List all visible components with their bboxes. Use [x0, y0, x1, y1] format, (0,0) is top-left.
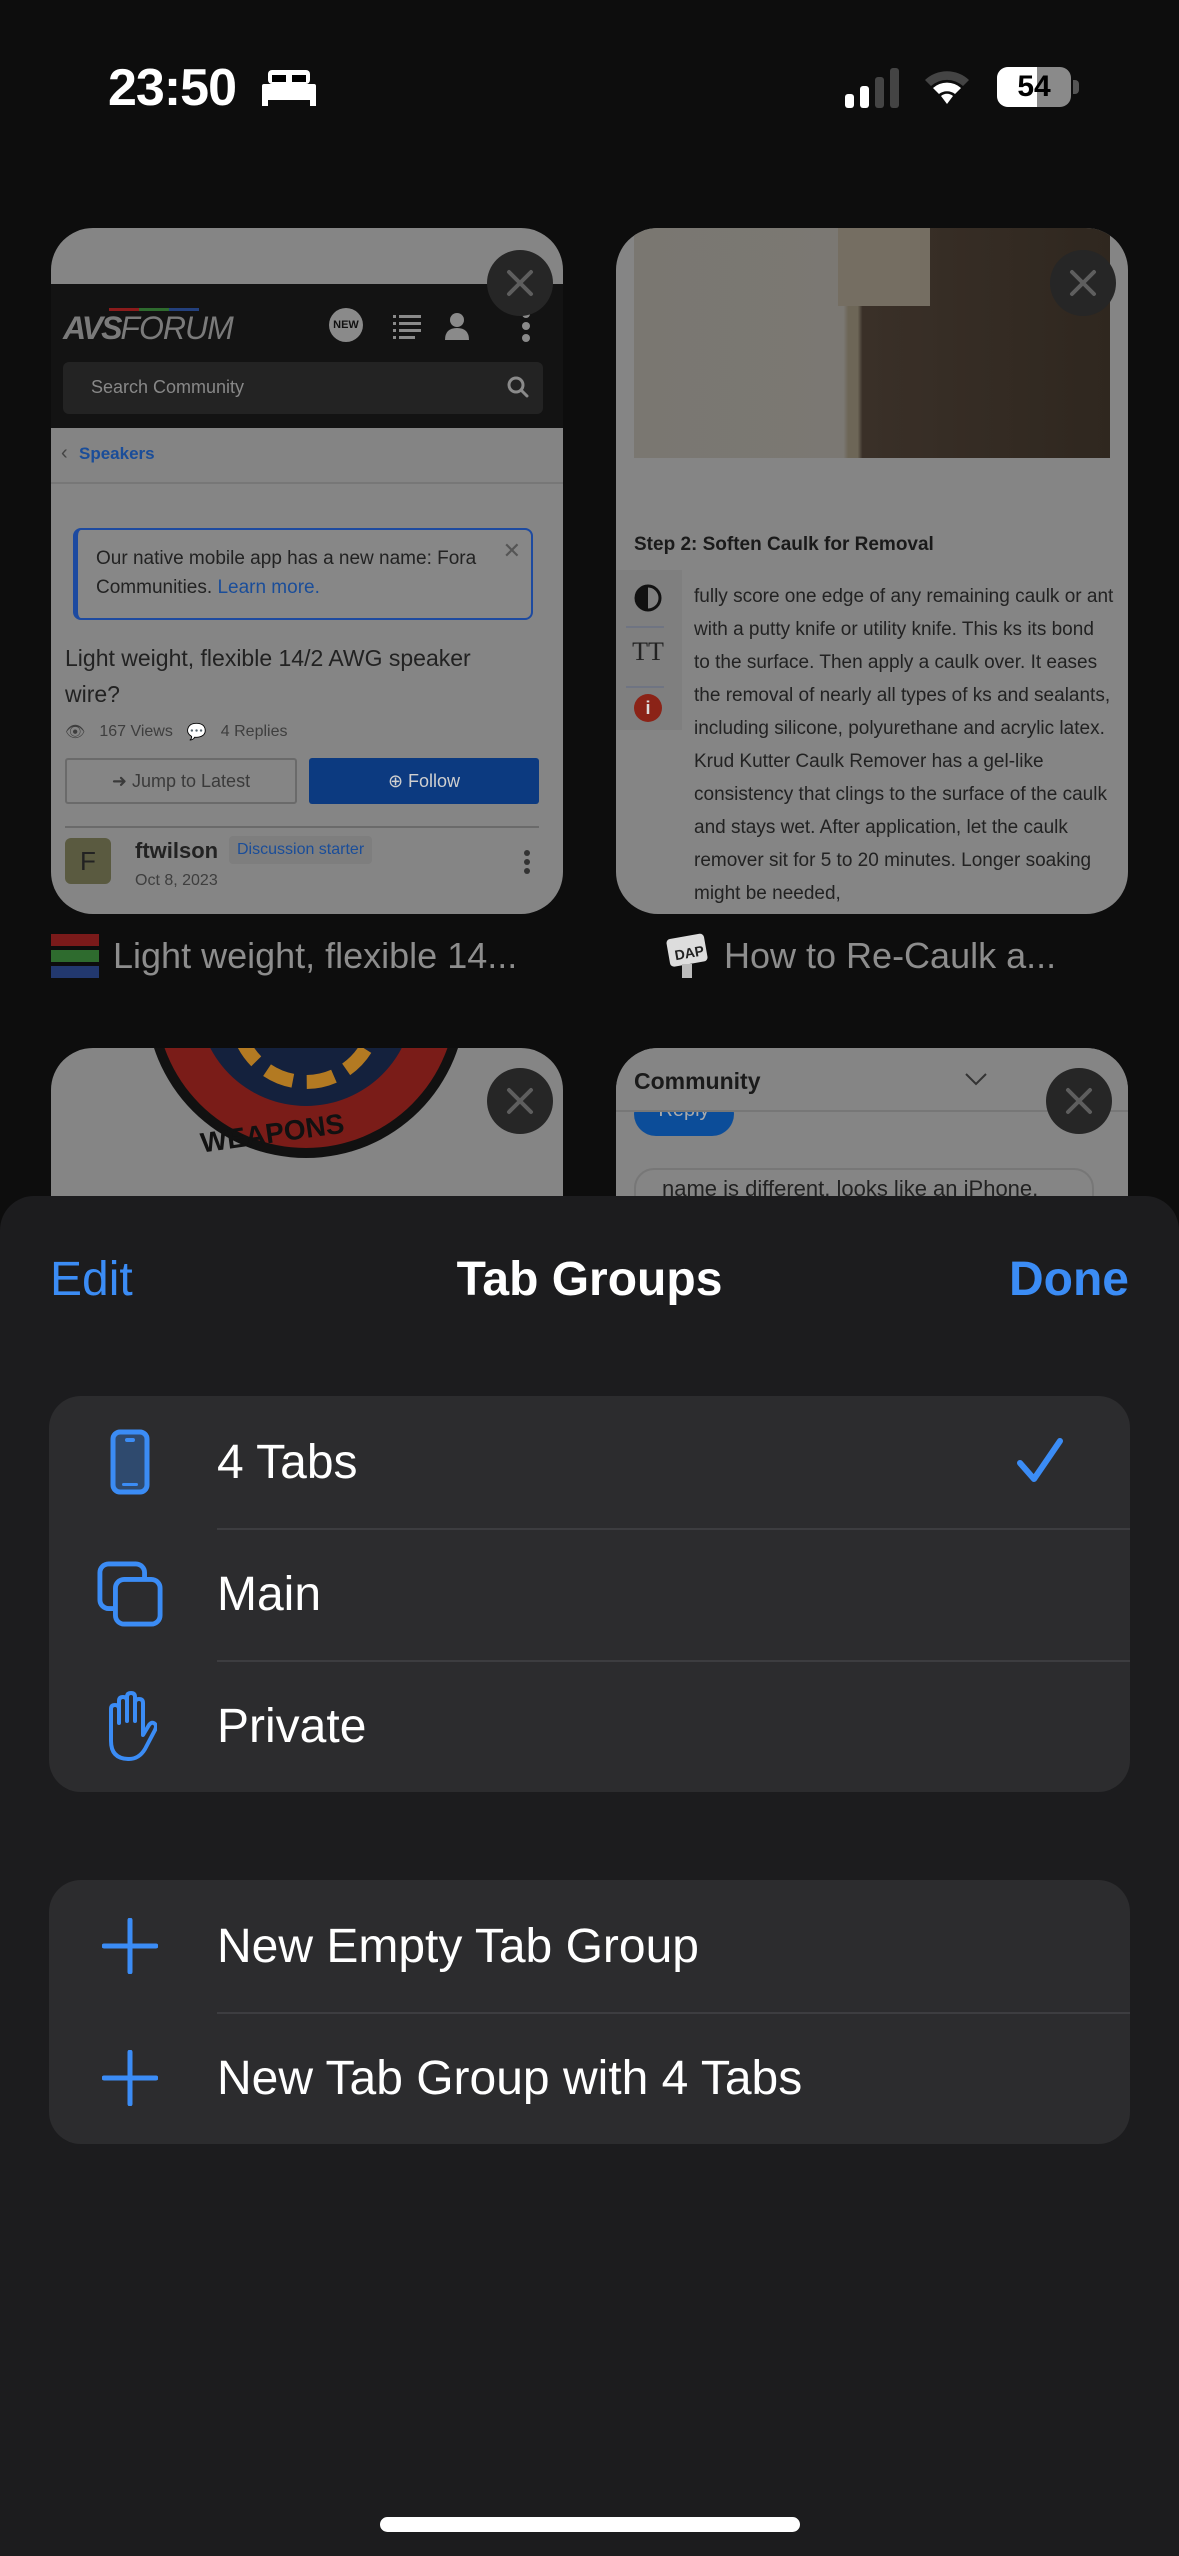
- post-date: Oct 8, 2023: [135, 872, 218, 889]
- close-icon: [1066, 1088, 1092, 1114]
- wifi-icon: [925, 71, 969, 104]
- thread-title: Light weight, flexible 14/2 AWG speaker …: [65, 645, 471, 707]
- chevron-left-icon: ‹: [61, 442, 68, 464]
- accessibility-toolbar: TT i: [616, 570, 682, 730]
- tab-card-avs-forum[interactable]: AVSFORUM NEW Search Community ‹ Speakers…: [51, 228, 563, 914]
- iphone-icon: [97, 1429, 163, 1495]
- tab-group-private[interactable]: Private: [49, 1660, 1130, 1792]
- hand-raised-icon: [97, 1691, 163, 1761]
- close-tab-button[interactable]: [1050, 250, 1116, 316]
- sheet-title: Tab Groups: [456, 1253, 723, 1306]
- close-tab-button[interactable]: [487, 250, 553, 316]
- battery-percent: 54: [1017, 70, 1051, 103]
- plus-icon: [97, 1913, 163, 1979]
- edit-button[interactable]: Edit: [50, 1252, 133, 1307]
- app-rename-notice: Our native mobile app has a new name: Fo…: [73, 528, 533, 620]
- fighter-weapons-school-patch: WEAPONS: [154, 1048, 458, 1159]
- contrast-icon: [630, 580, 666, 616]
- tab-title-avs-forum[interactable]: Light weight, flexible 14...: [51, 932, 517, 980]
- tab-title-dap[interactable]: DAP How to Re-Caulk a...: [666, 932, 1056, 980]
- list-icon: [393, 315, 421, 339]
- chevron-down-icon: [965, 1073, 987, 1086]
- eye-icon: 👁: [65, 724, 86, 741]
- close-tab-button[interactable]: [1046, 1068, 1112, 1134]
- author-name: ftwilson: [135, 838, 219, 863]
- comment-icon: 💬: [186, 724, 207, 741]
- search-community-field: Search Community: [63, 362, 543, 414]
- thread-stats: 👁 167 Views 💬 4 Replies: [65, 723, 288, 741]
- text-size-icon: TT: [632, 637, 664, 666]
- checkmark-icon: [1017, 1438, 1063, 1482]
- follow-button: ⊕ Follow: [309, 758, 539, 804]
- more-vertical-icon: [524, 850, 530, 874]
- site-header: AVSFORUM NEW Search Community: [51, 284, 563, 428]
- jump-to-latest-button: ➜ Jump to Latest: [65, 758, 297, 804]
- discussion-starter-badge: Discussion starter: [229, 836, 373, 864]
- close-icon: ✕: [502, 538, 521, 563]
- tab-group-actions: New Empty Tab Group New Tab Group with 4…: [49, 1880, 1130, 2144]
- new-posts-icon: NEW: [329, 308, 363, 342]
- plus-icon: [97, 2045, 163, 2111]
- close-icon: [1070, 270, 1096, 296]
- article-heading: Step 2: Soften Caulk for Removal: [634, 534, 934, 555]
- search-icon: [507, 376, 529, 398]
- site-logo: AVSFORUM: [63, 310, 234, 346]
- square-on-square-icon: [97, 1561, 163, 1627]
- close-tab-button[interactable]: [487, 1068, 553, 1134]
- status-time: 23:50: [108, 59, 237, 117]
- close-icon: [507, 1088, 533, 1114]
- breadcrumb-speakers: Speakers: [79, 444, 155, 463]
- bed-icon: [262, 70, 316, 106]
- home-indicator[interactable]: [380, 2517, 800, 2532]
- tab-group-main[interactable]: Main: [49, 1528, 1130, 1660]
- close-icon: [507, 270, 533, 296]
- tab-group-list: 4 Tabs Main Private: [49, 1396, 1130, 1792]
- dap-favicon: DAP: [666, 933, 708, 978]
- user-icon: [445, 313, 469, 340]
- tab-card-dap[interactable]: Step 2: Soften Caulk for Removal fully s…: [616, 228, 1128, 914]
- new-tab-group-with-tabs-button[interactable]: New Tab Group with 4 Tabs: [49, 2012, 1130, 2144]
- tab-group-4-tabs[interactable]: 4 Tabs: [49, 1396, 1130, 1528]
- avs-forum-favicon: [51, 934, 99, 978]
- battery-indicator: 54: [997, 67, 1079, 107]
- avatar: F: [65, 838, 111, 884]
- breadcrumb: ‹ Speakers: [51, 428, 563, 484]
- tab-groups-sheet: Edit Tab Groups Done 4 Tabs Main Private…: [0, 1196, 1179, 2556]
- article-body: fully score one edge of any remaining ca…: [694, 586, 1114, 904]
- done-button[interactable]: Done: [1009, 1252, 1129, 1307]
- status-bar: 23:50 54: [0, 0, 1179, 180]
- info-icon: i: [634, 694, 662, 722]
- cellular-signal-icon: [845, 68, 899, 108]
- new-empty-tab-group-button[interactable]: New Empty Tab Group: [49, 1880, 1130, 2012]
